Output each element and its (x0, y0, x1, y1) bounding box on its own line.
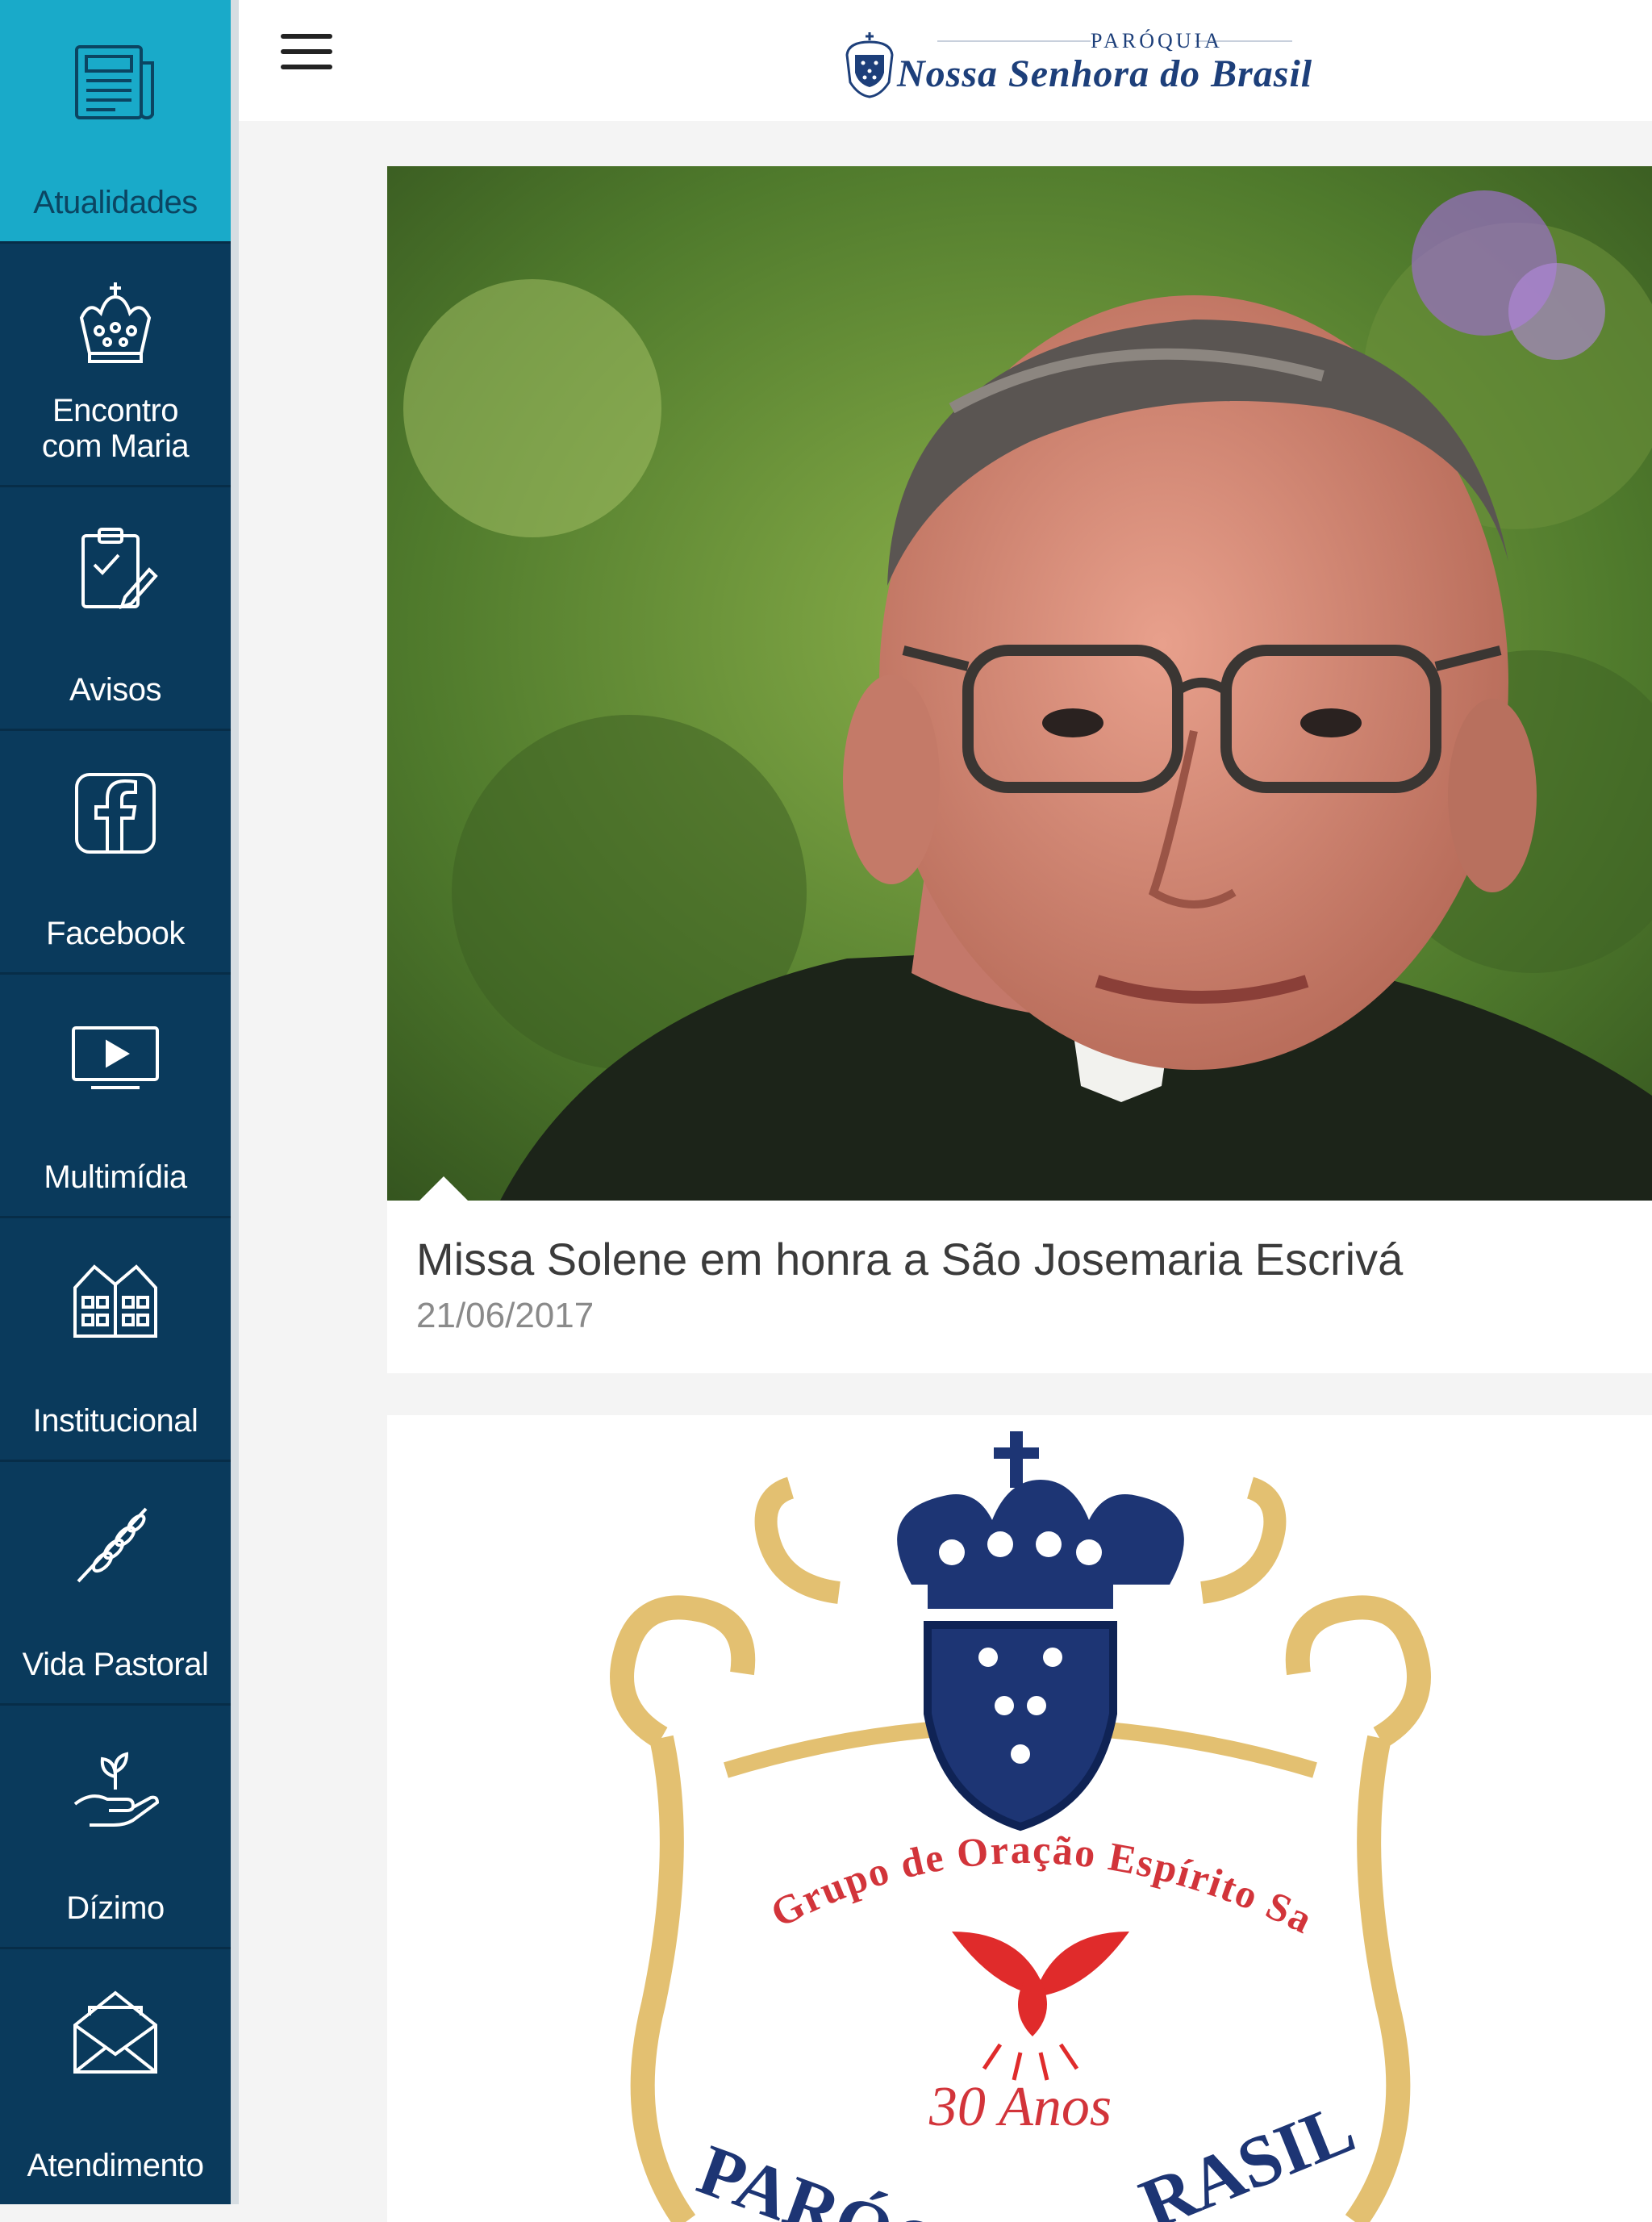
sidebar-item-dizimo[interactable]: Dízimo (0, 1706, 231, 1949)
parish-logo: PARÓQUIA Nossa Senhora do Brasil (841, 24, 1313, 105)
emblem-anniversary: 30 Anos (928, 2076, 1112, 2138)
news-card-title[interactable]: Missa Solene em honra a São Josemaria Es… (416, 1233, 1403, 1285)
church-building-icon (67, 1252, 164, 1349)
sidebar-item-label: Dízimo (66, 1890, 165, 1926)
sidebar-item-atendimento[interactable]: Atendimento (0, 1949, 231, 2204)
news-card[interactable]: Grupo de Oração Espírito Santo 30 Anos P… (387, 1415, 1652, 2222)
video-screen-icon (67, 1009, 164, 1105)
sidebar-divider (231, 0, 239, 2204)
card-caret (419, 1176, 468, 1201)
logo-subtitle: PARÓQUIA (1091, 29, 1223, 53)
envelope-icon (67, 1983, 164, 2080)
news-card[interactable]: Missa Solene em honra a São Josemaria Es… (387, 166, 1652, 1373)
sidebar-item-facebook[interactable]: Facebook (0, 731, 231, 975)
news-card-image (387, 166, 1652, 1201)
app-header: PARÓQUIA Nossa Senhora do Brasil (239, 0, 1652, 121)
sidebar-item-label: Avisos (69, 672, 162, 708)
clipboard-check-icon (67, 521, 164, 618)
wheat-icon (67, 1496, 164, 1593)
sidebar-item-label: Institucional (32, 1403, 198, 1439)
hamburger-menu-icon[interactable] (281, 34, 332, 79)
sidebar-item-label: Multimídia (44, 1159, 187, 1195)
sidebar-item-encontro-com-maria[interactable]: Encontro com Maria (0, 244, 231, 487)
hand-plant-icon (67, 1740, 164, 1836)
newspaper-icon (67, 34, 164, 131)
news-card-image: Grupo de Oração Espírito Santo 30 Anos P… (387, 1415, 1652, 2222)
logo-title: Nossa Senhora do Brasil (897, 52, 1313, 95)
sidebar-item-institucional[interactable]: Institucional (0, 1218, 231, 1462)
news-card-date: 21/06/2017 (416, 1296, 594, 1335)
sidebar-item-label: Encontro com Maria (41, 393, 190, 464)
sidebar-item-avisos[interactable]: Avisos (0, 487, 231, 731)
crown-icon (67, 278, 164, 374)
parish-emblem-icon (845, 32, 894, 98)
facebook-icon (67, 765, 164, 862)
sidebar-item-atualidades[interactable]: Atualidades (0, 0, 231, 244)
sidebar-item-multimidia[interactable]: Multimídia (0, 975, 231, 1218)
sidebar-nav: Atualidades Encontro com Maria Avisos Fa… (0, 0, 239, 2204)
sidebar-item-vida-pastoral[interactable]: Vida Pastoral (0, 1462, 231, 1706)
sidebar-item-label: Vida Pastoral (22, 1647, 209, 1682)
sidebar-item-label: Atendimento (27, 2148, 204, 2183)
news-feed: Missa Solene em honra a São Josemaria Es… (239, 121, 1652, 2222)
sidebar-item-label: Facebook (46, 916, 185, 951)
sidebar-item-label: Atualidades (33, 185, 198, 220)
